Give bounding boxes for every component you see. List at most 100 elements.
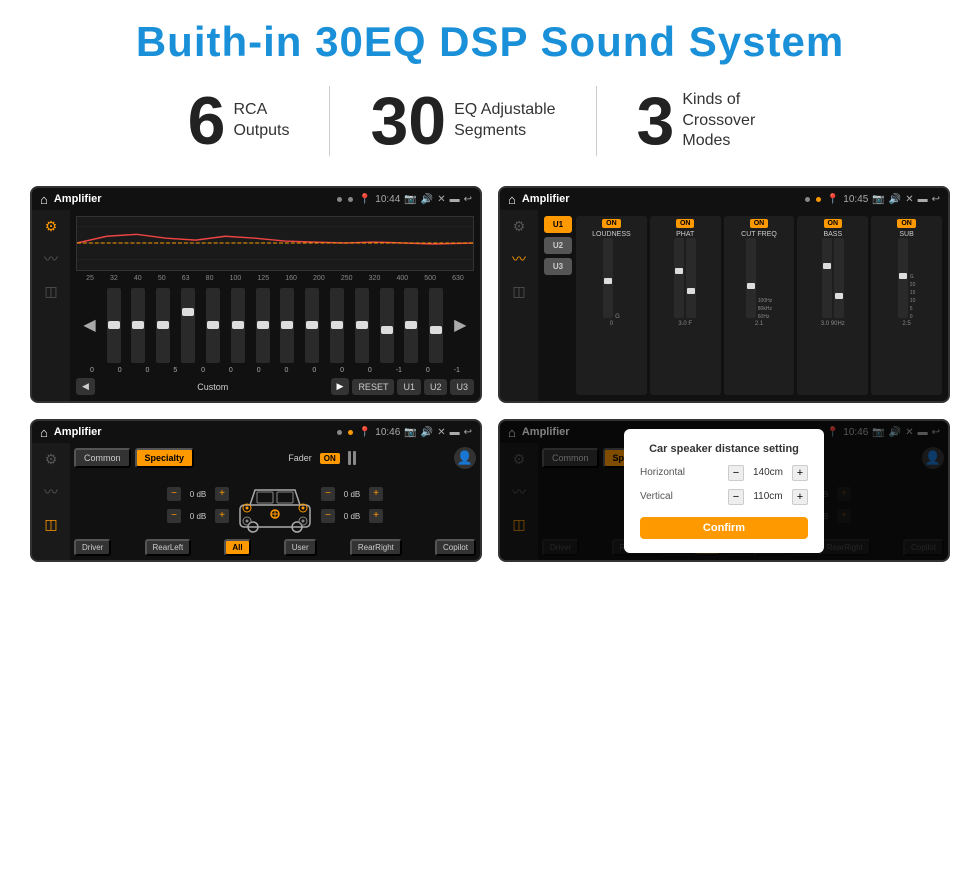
main-content-amp: U1 U2 U3 ON LOUDNESS xyxy=(538,210,948,401)
vol-icon-2[interactable]: ◫ xyxy=(512,283,525,300)
eq-icon-1[interactable]: ⚙ xyxy=(45,218,58,235)
all-btn[interactable]: All xyxy=(224,539,250,556)
wave-icon-2[interactable]: 〰 xyxy=(512,249,526,269)
status-dot-2a xyxy=(805,197,810,202)
screenshots-grid: ⌂ Amplifier 📍 10:44 📷 🔊 ✕ ▬ ↩ ⚙ 〰 ◫ xyxy=(0,176,980,582)
eq-slider-3[interactable] xyxy=(156,288,170,363)
status-dot-1a xyxy=(337,197,342,202)
home-icon-2[interactable]: ⌂ xyxy=(508,192,516,207)
car-body xyxy=(235,475,315,535)
eq-slider-9[interactable] xyxy=(305,288,319,363)
u3-btn[interactable]: U3 xyxy=(450,379,474,395)
eq-slider-10[interactable] xyxy=(330,288,344,363)
u3-preset[interactable]: U3 xyxy=(544,258,572,275)
minus-br[interactable]: − xyxy=(321,509,335,523)
left-arrow-eq[interactable]: ◀ xyxy=(83,315,95,335)
cutfreq-on[interactable]: ON xyxy=(750,219,769,228)
user-btn[interactable]: User xyxy=(284,539,317,556)
right-arrow-eq[interactable]: ▶ xyxy=(454,315,466,335)
specialty-tab[interactable]: Specialty xyxy=(135,448,195,468)
play-btn[interactable]: ▶ xyxy=(331,378,350,395)
u2-btn[interactable]: U2 xyxy=(424,379,448,395)
back-icon-2[interactable]: ↩ xyxy=(932,194,940,205)
reset-btn[interactable]: RESET xyxy=(352,379,394,395)
phat-slider-1[interactable] xyxy=(674,238,684,318)
left-sidebar-1: ⚙ 〰 ◫ xyxy=(32,210,70,401)
eq-slider-5[interactable] xyxy=(206,288,220,363)
loudness-freq: G xyxy=(615,314,620,320)
vol-icon-3[interactable]: ◫ xyxy=(44,516,57,533)
loudness-on[interactable]: ON xyxy=(602,219,621,228)
eq-slider-1[interactable] xyxy=(107,288,121,363)
eq-icon-3[interactable]: ⚙ xyxy=(45,451,58,468)
u2-preset[interactable]: U2 xyxy=(544,237,572,254)
location-icon-3: 📍 xyxy=(359,427,371,438)
horizontal-minus[interactable]: − xyxy=(728,465,744,481)
rearright-btn[interactable]: RearRight xyxy=(350,539,402,556)
location-icon-2: 📍 xyxy=(827,194,839,205)
status-icons-3: 📍 10:46 📷 🔊 ✕ ▬ ↩ xyxy=(359,427,472,438)
home-icon-1[interactable]: ⌂ xyxy=(40,192,48,207)
eq-icon-2[interactable]: ⚙ xyxy=(513,218,526,235)
driver-btn[interactable]: Driver xyxy=(74,539,111,556)
app-title-3: Amplifier xyxy=(54,426,331,438)
eq-graph xyxy=(76,216,474,271)
plus-tr[interactable]: + xyxy=(369,487,383,501)
dialog-title: Car speaker distance setting xyxy=(640,443,808,455)
eq-sliders: ◀ ▶ xyxy=(76,285,474,365)
time-1: 10:44 xyxy=(375,194,400,205)
bass-on[interactable]: ON xyxy=(824,219,843,228)
eq-slider-6[interactable] xyxy=(231,288,245,363)
eq-freq-labels: 2532405063 80100125160200 25032040050063… xyxy=(76,275,474,282)
minus-tr[interactable]: − xyxy=(321,487,335,501)
phat-on[interactable]: ON xyxy=(676,219,695,228)
eq-slider-4[interactable] xyxy=(181,288,195,363)
main-content-crossover: Common Specialty Fader ON 👤 − xyxy=(70,443,480,560)
loudness-label: LOUDNESS xyxy=(592,231,631,238)
wave-icon-3[interactable]: 〰 xyxy=(44,482,58,502)
cutfreq-freqs: 100Hz 80kHz 60Hz xyxy=(758,298,772,320)
sub-on[interactable]: ON xyxy=(897,219,916,228)
profile-icon-3[interactable]: 👤 xyxy=(454,447,476,469)
sub-slider[interactable] xyxy=(898,238,908,318)
back-icon-1[interactable]: ↩ xyxy=(464,194,472,205)
eq-slider-14[interactable] xyxy=(429,288,443,363)
vertical-minus[interactable]: − xyxy=(728,489,744,505)
status-bar-1: ⌂ Amplifier 📍 10:44 📷 🔊 ✕ ▬ ↩ xyxy=(32,188,480,210)
home-icon-3[interactable]: ⌂ xyxy=(40,425,48,440)
bass-slider-f[interactable] xyxy=(822,238,832,318)
prev-btn[interactable]: ◀ xyxy=(76,378,95,395)
channel-cutfreq: ON CUT FREQ 100Hz 80kHz 60Hz xyxy=(724,216,795,395)
confirm-button[interactable]: Confirm xyxy=(640,517,808,539)
phat-slider-2[interactable] xyxy=(686,238,696,318)
eq-slider-11[interactable] xyxy=(355,288,369,363)
screen-content-3: ⚙ 〰 ◫ Common Specialty Fader ON 👤 xyxy=(32,443,480,560)
wave-icon-1[interactable]: 〰 xyxy=(44,249,58,269)
vol-icon-1[interactable]: ◫ xyxy=(44,283,57,300)
back-icon-3[interactable]: ↩ xyxy=(464,427,472,438)
left-speakers: − 0 dB + − 0 dB + xyxy=(167,487,229,523)
plus-tl[interactable]: + xyxy=(215,487,229,501)
eq-slider-12[interactable] xyxy=(380,288,394,363)
sub-label: SUB xyxy=(899,231,913,238)
vertical-plus[interactable]: + xyxy=(792,489,808,505)
plus-br[interactable]: + xyxy=(369,509,383,523)
u1-btn[interactable]: U1 xyxy=(397,379,421,395)
cutfreq-slider[interactable] xyxy=(746,238,756,318)
eq-slider-7[interactable] xyxy=(256,288,270,363)
u1-preset[interactable]: U1 xyxy=(544,216,572,233)
minus-tl[interactable]: − xyxy=(167,487,181,501)
rearleft-btn[interactable]: RearLeft xyxy=(145,539,192,556)
copilot-btn[interactable]: Copilot xyxy=(435,539,476,556)
plus-bl[interactable]: + xyxy=(215,509,229,523)
minus-bl[interactable]: − xyxy=(167,509,181,523)
common-tab[interactable]: Common xyxy=(74,448,131,468)
horizontal-plus[interactable]: + xyxy=(792,465,808,481)
loudness-slider-g[interactable] xyxy=(603,238,613,318)
eq-slider-13[interactable] xyxy=(404,288,418,363)
bass-slider-g[interactable] xyxy=(834,238,844,318)
eq-slider-8[interactable] xyxy=(280,288,294,363)
fader-on[interactable]: ON xyxy=(320,453,340,464)
bass-value: 3.0 90Hz xyxy=(821,321,845,327)
eq-slider-2[interactable] xyxy=(131,288,145,363)
